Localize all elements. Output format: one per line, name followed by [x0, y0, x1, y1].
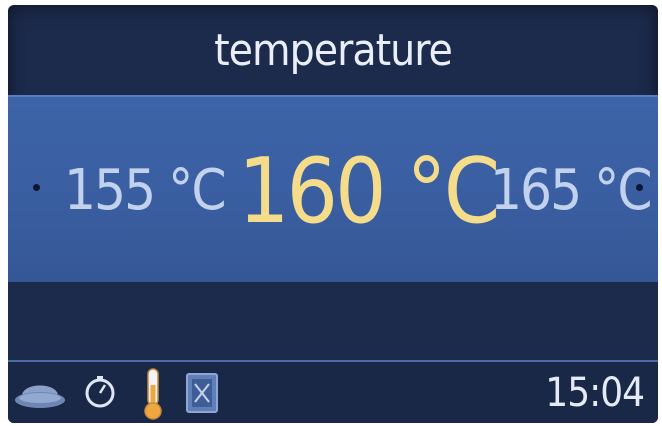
scroll-left-indicator [33, 184, 40, 191]
clock: 15:04 [545, 370, 645, 416]
thermometer-icon[interactable] [138, 367, 168, 421]
info-area [8, 282, 658, 360]
oven-display: temperature 155 °C 160 °C 165 °C 15:04 [8, 5, 658, 423]
dish-icon[interactable] [12, 372, 68, 414]
timer-icon[interactable] [82, 374, 118, 410]
cleaning-icon[interactable] [185, 372, 219, 414]
scroll-right-indicator [636, 184, 643, 191]
current-temperature[interactable]: 160 °C [238, 137, 500, 247]
status-bar: 15:04 [8, 362, 658, 423]
previous-temperature[interactable]: 155 °C [64, 151, 227, 231]
next-temperature[interactable]: 165 °C [490, 151, 653, 231]
page-title: temperature [214, 25, 453, 76]
temperature-selector[interactable]: 155 °C 160 °C 165 °C [8, 95, 658, 284]
